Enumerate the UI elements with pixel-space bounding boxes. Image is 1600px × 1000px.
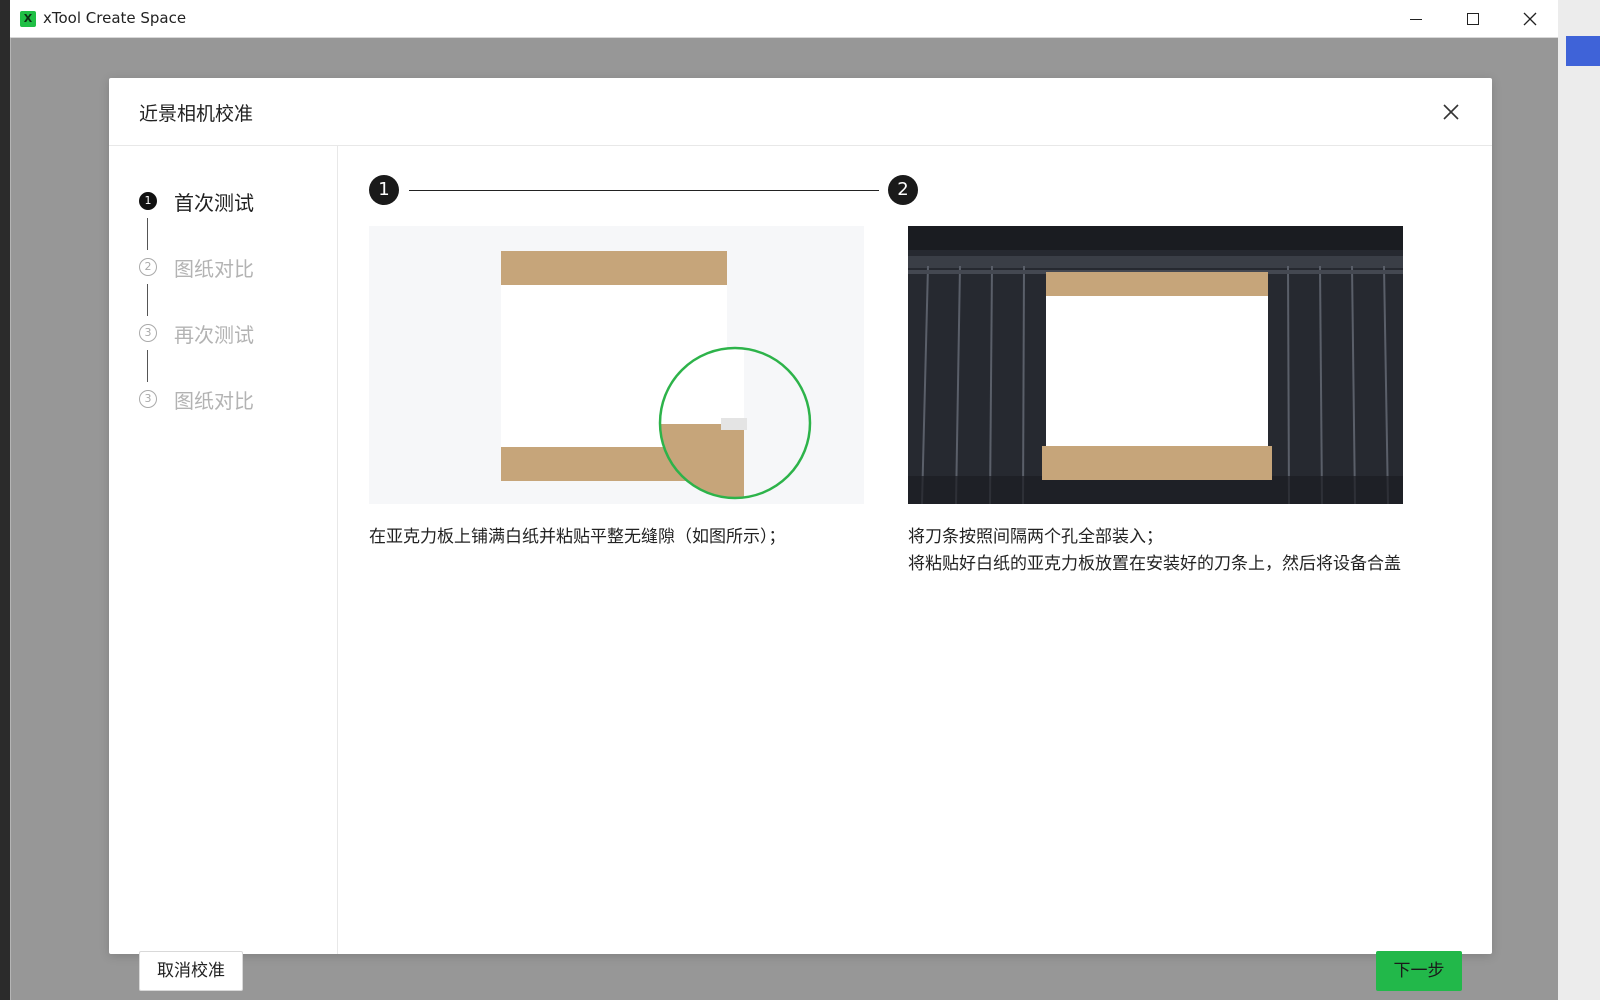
step-connector: [147, 284, 148, 316]
maximize-icon: [1467, 13, 1479, 25]
step-retest: 3 再次测试: [139, 318, 254, 348]
step-number: 3: [139, 390, 157, 408]
caption-text: 在亚克力板上铺满白纸并粘贴平整无缝隙（如图所示）；: [369, 527, 786, 547]
step-connector: [147, 218, 148, 250]
paper-board-illustration: [501, 251, 812, 500]
background-edge-line: [10, 38, 11, 1000]
knife-strips-illustration: [908, 226, 1403, 504]
step-label: 图纸对比: [174, 388, 254, 413]
progress-step-2: 2: [888, 175, 918, 205]
dialog-header: 近景相机校准: [109, 78, 1492, 146]
dialog-title: 近景相机校准: [139, 103, 254, 125]
step-sidebar: 1 首次测试 2 图纸对比 3 再次测试 3 图纸对比 取消校准: [109, 146, 338, 991]
background-edge: [0, 0, 10, 1000]
step-label: 图纸对比: [174, 256, 254, 281]
progress-step-1: 1: [369, 175, 399, 205]
step-number: 2: [139, 258, 157, 276]
next-step-button[interactable]: 下一步: [1376, 951, 1462, 991]
step-number: 3: [139, 324, 157, 342]
step-label: 首次测试: [174, 190, 254, 215]
cancel-calibration-button[interactable]: 取消校准: [139, 951, 243, 991]
background-app-strip: [1558, 0, 1600, 1000]
illustration-board-on-strips: [908, 226, 1403, 504]
step-drawing-compare-2: 3 图纸对比: [139, 384, 254, 414]
minimize-button[interactable]: [1387, 0, 1445, 38]
step-number: 1: [139, 192, 157, 210]
minimize-icon: [1410, 18, 1422, 20]
step-1-caption: 在亚克力板上铺满白纸并粘贴平整无缝隙（如图所示）；: [369, 524, 864, 551]
step-label: 再次测试: [174, 322, 254, 347]
title-bar: X xTool Create Space: [10, 0, 1558, 38]
step-2-caption: 将刀条按照间隔两个孔全部装入； 将粘贴好白纸的亚克力板放置在安装好的刀条上，然后…: [908, 524, 1403, 578]
window-title: xTool Create Space: [43, 9, 187, 27]
step-content: 1 2 在亚克力板上铺满白纸并粘贴平整无缝隙（如图所示）； 将刀条按照间隔两个孔…: [339, 146, 1492, 991]
illustration-paper-on-board: [369, 226, 864, 504]
window-close-button[interactable]: [1501, 0, 1559, 38]
dialog-close-button[interactable]: [1437, 98, 1465, 126]
close-icon: [1523, 12, 1537, 26]
camera-calibration-dialog: 近景相机校准 1 首次测试 2 图纸对比 3 再次测试 3 图纸对比 取消校准 …: [109, 78, 1492, 991]
step-drawing-compare: 2 图纸对比: [139, 252, 254, 282]
step-connector: [147, 350, 148, 382]
background-accent: [1566, 36, 1600, 66]
caption-text-line-2: 将粘贴好白纸的亚克力板放置在安装好的刀条上，然后将设备合盖: [908, 554, 1401, 574]
app-window: X xTool Create Space 近景相机校准 1 首次测试 2 图纸对…: [0, 0, 1568, 1000]
step-first-test: 1 首次测试: [139, 186, 254, 216]
app-logo-icon: X: [20, 11, 36, 27]
caption-text-line-1: 将刀条按照间隔两个孔全部装入；: [908, 527, 1163, 547]
progress-line: [409, 190, 879, 191]
close-icon: [1443, 104, 1459, 120]
maximize-button[interactable]: [1444, 0, 1502, 38]
